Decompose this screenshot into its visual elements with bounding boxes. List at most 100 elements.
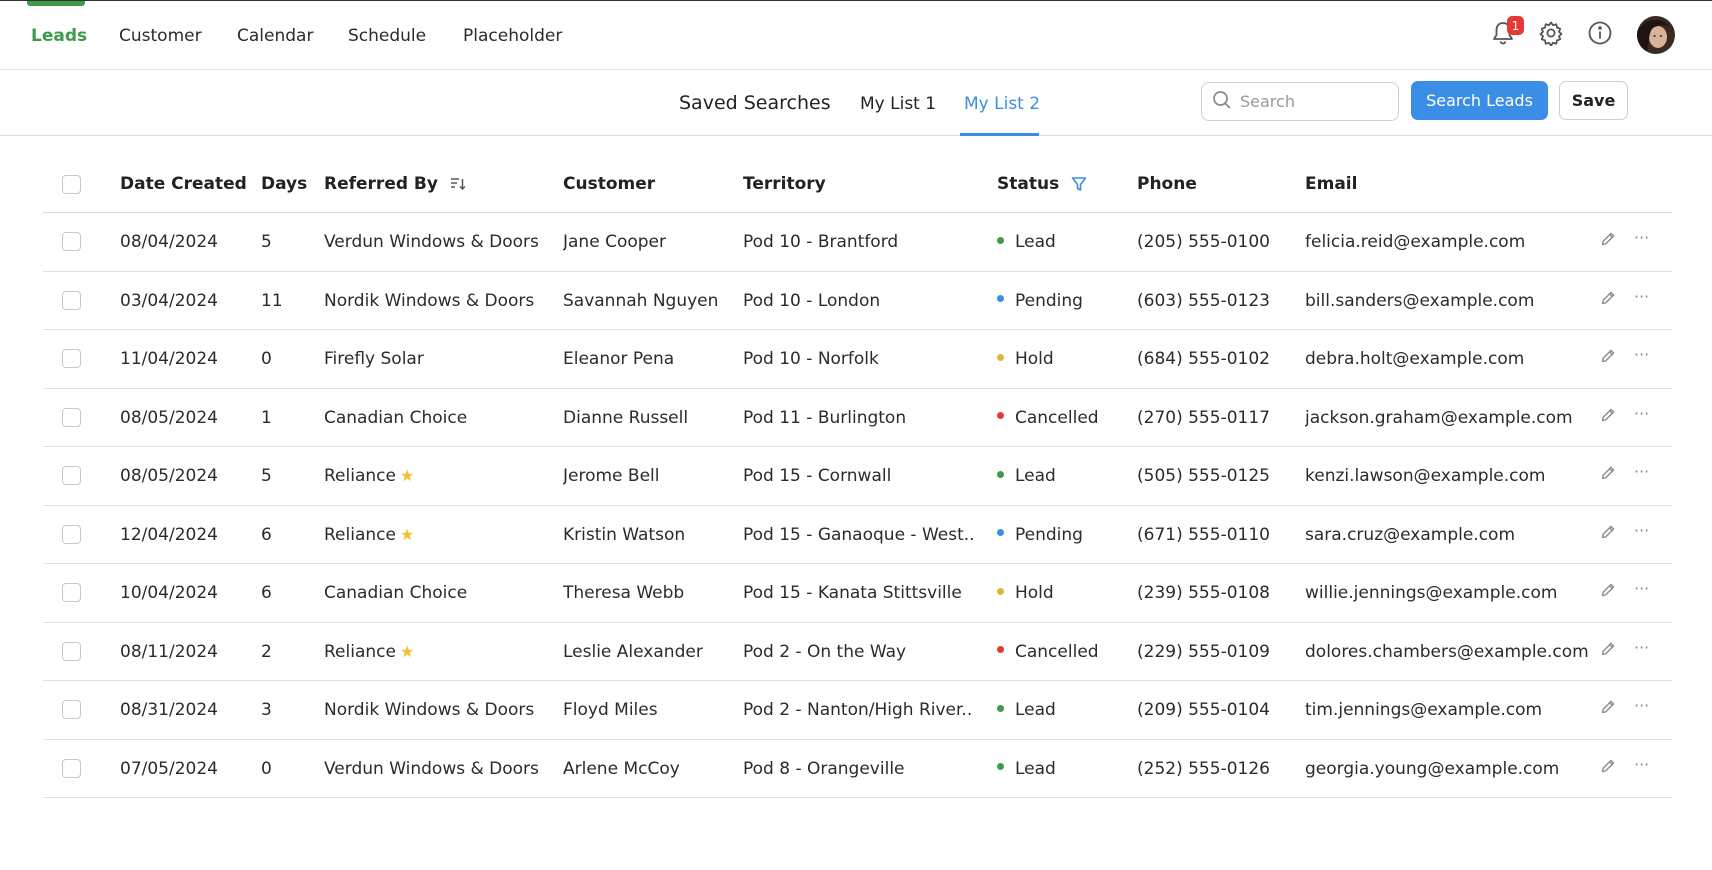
table-row[interactable]: 10/04/2024 6 Canadian Choice Theresa Webb Po… <box>43 564 1672 623</box>
cell-referred-by: Verdun Windows & Doors <box>324 232 539 252</box>
edit-icon[interactable] <box>1600 758 1616 778</box>
table-row[interactable]: 08/04/2024 5 Verdun Windows & Doors Jane Co… <box>43 213 1672 272</box>
cell-days: 11 <box>261 290 283 311</box>
save-button[interactable]: Save <box>1559 81 1628 120</box>
search-leads-button[interactable]: Search Leads <box>1411 81 1548 120</box>
row-checkbox[interactable] <box>62 466 81 485</box>
sort-icon[interactable] <box>450 177 466 191</box>
status-dot-icon <box>997 529 1004 536</box>
user-avatar[interactable] <box>1637 16 1675 54</box>
cell-referred-by: Reliance ★ <box>324 466 414 486</box>
more-options-icon[interactable]: ··· <box>1634 404 1649 423</box>
referrer-name: Canadian Choice <box>324 407 468 428</box>
filter-icon[interactable] <box>1071 176 1087 192</box>
tab-my-list-1[interactable]: My List 1 <box>860 94 936 114</box>
edit-icon[interactable] <box>1600 641 1616 661</box>
cell-email: dolores.chambers@example.com <box>1305 641 1589 662</box>
row-checkbox[interactable] <box>62 641 81 661</box>
edit-icon[interactable] <box>1600 524 1616 544</box>
table-row[interactable]: 07/05/2024 0 Verdun Windows & Doors Arlene … <box>43 740 1672 798</box>
cell-referred-by: Nordik Windows & Doors <box>324 291 534 311</box>
header-email[interactable]: Email <box>1305 174 1357 194</box>
table-row[interactable]: 11/04/2024 0 Firefly Solar Eleanor Pena Pod … <box>43 330 1672 389</box>
cell-date-created: 12/04/2024 <box>120 524 218 545</box>
cell-customer: Eleanor Pena <box>563 349 675 369</box>
search-input[interactable] <box>1240 92 1390 111</box>
more-options-icon[interactable]: ··· <box>1634 228 1649 247</box>
edit-icon[interactable] <box>1600 348 1616 368</box>
search-field[interactable] <box>1201 82 1399 121</box>
select-all-checkbox[interactable] <box>62 175 81 194</box>
table-row[interactable]: 12/04/2024 6 Reliance ★ Kristin Watson Pod 15… <box>43 506 1672 564</box>
edit-icon[interactable] <box>1600 231 1616 251</box>
cell-phone: (684) 555-0102 <box>1137 349 1270 369</box>
status-label: Lead <box>1015 700 1056 720</box>
edit-icon[interactable] <box>1600 699 1616 719</box>
nav-placeholder[interactable]: Placeholder <box>463 26 562 46</box>
cell-days: 0 <box>261 349 272 369</box>
cell-days: 5 <box>261 232 272 252</box>
header-days[interactable]: Days <box>261 174 307 194</box>
row-checkbox[interactable] <box>62 232 81 251</box>
referrer-name: Verdun Windows & Doors <box>324 758 539 779</box>
more-options-icon[interactable]: ··· <box>1634 345 1649 364</box>
table-row[interactable]: 08/05/2024 5 Reliance ★ Jerome Bell Pod 15 - … <box>43 447 1672 506</box>
tab-my-list-2[interactable]: My List 2 <box>964 94 1040 114</box>
more-options-icon[interactable]: ··· <box>1634 521 1649 540</box>
cell-phone: (252) 555-0126 <box>1137 758 1270 779</box>
cell-status: Cancelled <box>997 408 1099 428</box>
row-checkbox[interactable] <box>62 407 81 427</box>
cell-days: 6 <box>261 524 272 545</box>
row-checkbox[interactable] <box>62 290 81 310</box>
row-checkbox[interactable] <box>62 583 81 602</box>
nav-customer[interactable]: Customer <box>119 26 202 46</box>
more-options-icon[interactable]: ··· <box>1634 696 1649 715</box>
cell-customer: Arlene McCoy <box>563 758 680 779</box>
table-row[interactable]: 08/05/2024 1 Canadian Choice Dianne Russell… <box>43 389 1672 447</box>
header-referred-by[interactable]: Referred By <box>324 174 466 194</box>
edit-icon[interactable] <box>1600 465 1616 485</box>
nav-leads[interactable]: Leads <box>31 26 87 46</box>
cell-territory: Pod 8 - Orangeville <box>743 758 905 779</box>
more-options-icon[interactable]: ··· <box>1634 579 1649 598</box>
star-icon: ★ <box>399 466 415 485</box>
header-territory[interactable]: Territory <box>743 174 826 194</box>
cell-days: 5 <box>261 466 272 486</box>
referrer-name: Nordik Windows & Doors <box>324 700 535 720</box>
status-dot-icon <box>997 236 1004 244</box>
more-options-icon[interactable]: ··· <box>1634 755 1649 774</box>
gear-icon[interactable] <box>1536 18 1566 48</box>
cell-days: 1 <box>261 407 272 428</box>
more-options-icon[interactable]: ··· <box>1634 287 1649 306</box>
edit-icon[interactable] <box>1600 582 1616 602</box>
cell-email: tim.jennings@example.com <box>1305 700 1543 720</box>
row-checkbox[interactable] <box>62 349 81 368</box>
status-dot-icon <box>997 704 1004 712</box>
status-label: Lead <box>1015 758 1056 779</box>
cell-customer: Kristin Watson <box>563 524 686 545</box>
nav-calendar[interactable]: Calendar <box>237 26 313 46</box>
table-row[interactable]: 08/31/2024 3 Nordik Windows & Doors Floyd M… <box>43 681 1672 740</box>
cell-status: Lead <box>997 232 1056 252</box>
row-checkbox[interactable] <box>62 524 81 544</box>
row-checkbox[interactable] <box>62 758 81 778</box>
edit-icon[interactable] <box>1600 407 1616 427</box>
cell-territory: Pod 11 - Burlington <box>743 407 907 428</box>
header-customer[interactable]: Customer <box>563 174 655 194</box>
edit-icon[interactable] <box>1600 290 1616 310</box>
info-icon[interactable] <box>1585 18 1615 48</box>
saved-searches-title: Saved Searches <box>679 92 831 114</box>
star-icon: ★ <box>399 641 415 661</box>
table-row[interactable]: 08/11/2024 2 Reliance ★ Leslie Alexander Pod … <box>43 623 1672 681</box>
row-checkbox[interactable] <box>62 700 81 719</box>
cell-phone: (671) 555-0110 <box>1137 524 1270 545</box>
header-date-created[interactable]: Date Created <box>120 174 247 194</box>
nav-schedule[interactable]: Schedule <box>348 26 426 46</box>
header-status[interactable]: Status <box>997 174 1087 194</box>
more-options-icon[interactable]: ··· <box>1634 462 1649 481</box>
header-phone[interactable]: Phone <box>1137 174 1197 194</box>
referrer-name: Reliance <box>324 524 396 545</box>
more-options-icon[interactable]: ··· <box>1634 638 1649 657</box>
cell-customer: Jerome Bell <box>563 466 660 486</box>
table-row[interactable]: 03/04/2024 11 Nordik Windows & Doors Savann… <box>43 272 1672 330</box>
